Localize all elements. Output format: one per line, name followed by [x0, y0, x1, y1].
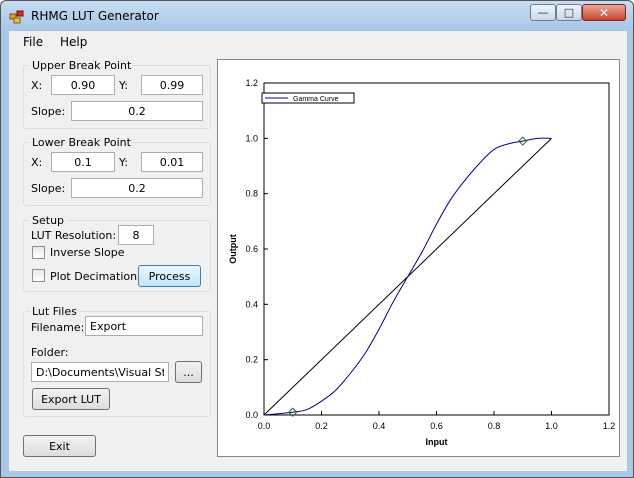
lower-y-label: Y: [119, 156, 128, 169]
exit-button[interactable]: Exit [23, 435, 96, 457]
maximize-icon: □ [563, 6, 575, 19]
lower-x-input[interactable] [51, 152, 115, 172]
x-axis-label: Input [426, 437, 448, 447]
filename-input[interactable] [85, 316, 203, 336]
y-tick-label: 0.2 [245, 355, 258, 365]
upper-y-label: Y: [119, 79, 128, 92]
app-icon [9, 10, 24, 24]
y-tick-label: 0.4 [245, 299, 258, 309]
y-tick-label: 1.0 [245, 133, 258, 143]
x-tick-label: 0.4 [373, 421, 386, 431]
upper-x-input[interactable] [51, 75, 115, 95]
minimize-button[interactable]: — [530, 4, 556, 21]
x-tick-label: 0.0 [258, 421, 271, 431]
menu-bar: File Help [9, 31, 627, 53]
y-tick-label: 0.6 [245, 244, 258, 254]
y-tick-label: 0.0 [245, 410, 258, 420]
browse-button[interactable]: ... [175, 361, 202, 383]
lower-slope-label: Slope: [31, 182, 66, 195]
chart-panel: 0.0 0.2 0.4 0.6 0.8 1.0 1.2 0.0 0.2 0.4 0.6 0.8 1.0 1… [217, 59, 620, 457]
legend-label: Gamma Curve [293, 96, 339, 103]
menu-help[interactable]: Help [60, 35, 87, 49]
lower-slope-input[interactable] [71, 178, 203, 198]
folder-input[interactable] [31, 362, 169, 382]
export-lut-button[interactable]: Export LUT [32, 388, 110, 410]
inverse-slope-checkbox[interactable] [32, 246, 45, 259]
client-area: File Help Upper Break Point X: Y: Slope:… [9, 31, 627, 471]
x-tick-label: 1.0 [545, 421, 558, 431]
x-tick-label: 0.2 [315, 421, 328, 431]
gamma-chart: 0.0 0.2 0.4 0.6 0.8 1.0 1.2 0.0 0.2 0.4 0.6 0.8 1.0 1… [228, 78, 616, 447]
lower-group-title: Lower Break Point [30, 136, 133, 149]
upper-y-input[interactable] [141, 75, 203, 95]
folder-label: Folder: [31, 346, 69, 359]
upper-slope-input[interactable] [71, 101, 203, 121]
y-axis-label: Output [228, 234, 238, 264]
upper-x-label: X: [31, 79, 43, 92]
close-icon: ✕ [598, 5, 610, 20]
close-button[interactable]: ✕ [582, 4, 626, 21]
x-tick-label: 0.8 [488, 421, 501, 431]
setup-group-title: Setup [30, 214, 67, 227]
menu-file[interactable]: File [23, 35, 43, 49]
window-title: RHMG LUT Generator [31, 9, 159, 23]
inverse-slope-label: Inverse Slope [50, 246, 125, 259]
maximize-button[interactable]: □ [556, 4, 582, 21]
app-window: RHMG LUT Generator — □ ✕ File Help Upper… [0, 0, 634, 478]
lower-y-input[interactable] [141, 152, 203, 172]
plot-decimation-checkbox[interactable] [32, 269, 45, 282]
upper-slope-label: Slope: [31, 105, 66, 118]
upper-group-title: Upper Break Point [30, 59, 134, 72]
process-button[interactable]: Process [138, 265, 201, 287]
filename-label: Filename: [31, 321, 85, 334]
x-tick-label: 1.2 [603, 421, 616, 431]
minimize-icon: — [537, 6, 549, 19]
y-tick-label: 0.8 [245, 189, 258, 199]
lower-x-label: X: [31, 156, 43, 169]
lut-resolution-label: LUT Resolution: [31, 229, 117, 242]
x-tick-label: 0.6 [430, 421, 443, 431]
plot-decimation-label: Plot Decimation [50, 270, 138, 283]
lut-files-group-title: Lut Files [30, 305, 79, 318]
y-tick-label: 1.2 [245, 78, 258, 88]
lut-resolution-input[interactable] [118, 225, 154, 245]
title-bar[interactable]: RHMG LUT Generator — □ ✕ [1, 1, 633, 31]
